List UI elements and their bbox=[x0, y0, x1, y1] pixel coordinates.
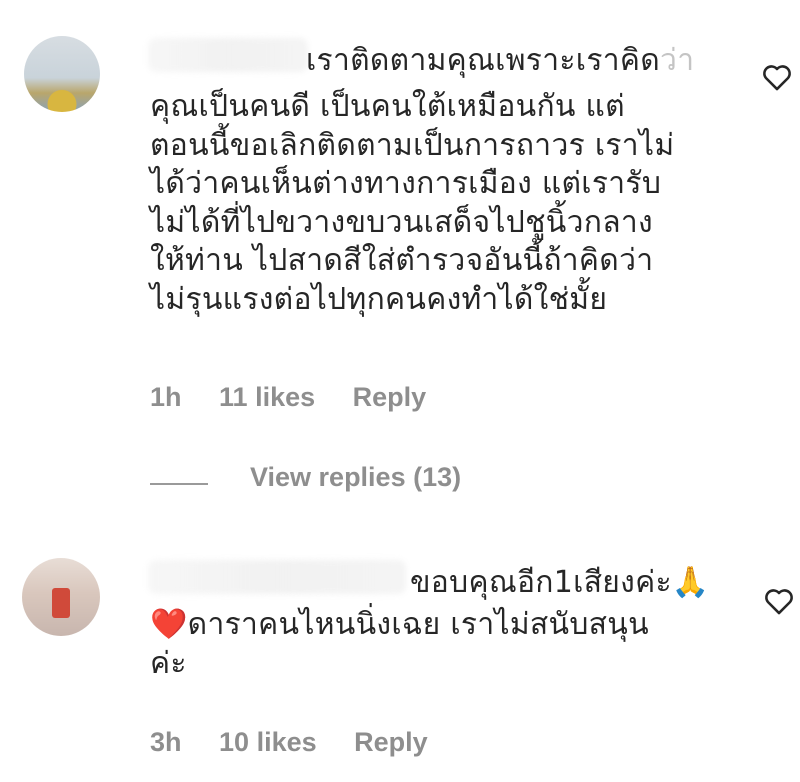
username-redacted bbox=[148, 38, 308, 72]
comment-text-body: คุณเป็นคนดี เป็นคนใต้เหมือนกัน แต่ ตอนนี… bbox=[150, 88, 674, 319]
heart-outline-icon[interactable] bbox=[762, 584, 796, 618]
heart-outline-icon[interactable] bbox=[760, 60, 794, 94]
comment-line: ให้ท่าน ไปสาดสีใส่ตำรวจอันนี้ถ้าคิดว่า bbox=[150, 243, 654, 278]
folded-hands-emoji: 🙏 bbox=[671, 565, 710, 600]
likes-count[interactable]: 10 likes bbox=[219, 727, 317, 757]
likes-count[interactable]: 11 likes bbox=[219, 382, 315, 412]
comment-line: ไม่ได้ที่ไปขวางขบวนเสด็จไปชูนิ้วกลาง bbox=[150, 204, 654, 240]
comment-line: ค่ะ bbox=[150, 645, 187, 681]
comment-line: ตอนนี้ขอเลิกติดตามเป็นการถาวร เราไม่ bbox=[150, 127, 675, 163]
avatar[interactable] bbox=[22, 558, 100, 636]
comment-text: ขอบคุณอีก1เสียงค่ะ🙏 bbox=[410, 564, 710, 603]
comment-line: ได้ว่าคนเห็นต่างทางการเมือง แต่เรารับ bbox=[150, 166, 662, 201]
comment-text-body: ❤️ดาราคนไหนนิ่งเฉย เราไม่สนับสนุน ค่ะ bbox=[150, 606, 649, 683]
comment-line: ขอบคุณอีก1เสียงค่ะ🙏 bbox=[410, 565, 710, 600]
comment-line: คุณเป็นคนดี เป็นคนใต้เหมือนกัน แต่ bbox=[150, 89, 625, 124]
timestamp: 1h bbox=[150, 382, 182, 412]
reply-button[interactable]: Reply bbox=[354, 727, 428, 757]
comment-text: เราติดตามคุณเพราะเราคิดว่า bbox=[306, 42, 694, 81]
comment-line: ไม่รุนแรงต่อไปทุกคนคงทำได้ใช่มั้ย bbox=[150, 281, 608, 317]
comment-line: ❤️ดาราคนไหนนิ่งเฉย เราไม่สนับสนุน bbox=[150, 607, 649, 642]
avatar[interactable] bbox=[24, 36, 100, 112]
comment-meta: 3h 10 likes Reply bbox=[150, 727, 458, 758]
comment-meta: 1h 11 likes Reply bbox=[150, 382, 456, 413]
username-redacted bbox=[148, 560, 406, 594]
comment-line: เราติดตามคุณเพราะเราคิดว่า bbox=[306, 43, 695, 78]
view-replies-divider bbox=[150, 483, 208, 485]
red-heart-emoji: ❤️ bbox=[150, 607, 188, 642]
reply-button[interactable]: Reply bbox=[353, 382, 427, 412]
view-replies-button[interactable]: View replies (13) bbox=[250, 462, 461, 493]
timestamp: 3h bbox=[150, 727, 182, 757]
